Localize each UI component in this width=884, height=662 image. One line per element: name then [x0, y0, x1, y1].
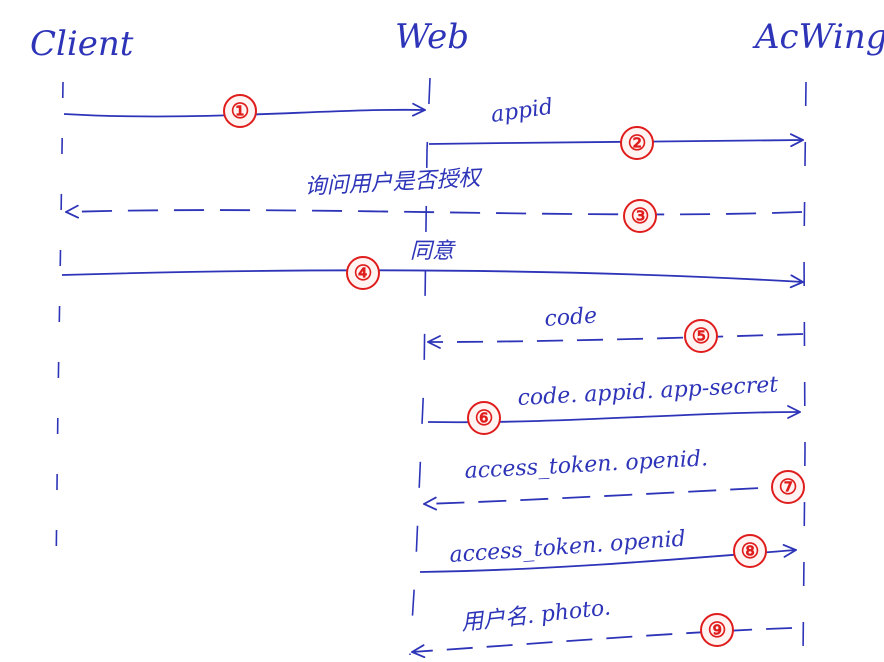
- step-9-label: 用户名. photo.: [460, 595, 612, 636]
- step-9-number: ⑨: [708, 619, 727, 642]
- step-4-badge: ④: [346, 256, 380, 290]
- step-4-number: ④: [354, 262, 373, 285]
- sequence-diagram: Client Web AcWing appid 询问用户是否授权 同意 code…: [30, 17, 884, 662]
- step-1-badge: ①: [223, 94, 257, 128]
- step-1-number: ①: [231, 100, 250, 123]
- acwing-lifeline: [802, 81, 807, 659]
- actor-web: Web: [395, 17, 469, 57]
- step-7-label: access_token. openid.: [464, 446, 709, 484]
- step-6-label: code. appid. app-secret: [517, 372, 779, 411]
- step-9-badge: ⑨: [700, 613, 734, 647]
- step-2-arrow: [428, 140, 803, 144]
- step-2-label: appid: [489, 94, 554, 127]
- step-4-label: 同意: [410, 239, 456, 264]
- step-8-number: ⑧: [741, 540, 760, 563]
- step-3-number: ③: [631, 205, 650, 228]
- step-5-arrow: [428, 333, 804, 342]
- web-lifeline: [409, 77, 431, 656]
- actor-acwing: AcWing: [752, 17, 884, 57]
- actor-client: Client: [30, 24, 134, 64]
- step-8-badge: ⑧: [733, 534, 767, 568]
- step-5-number: ⑤: [692, 325, 711, 348]
- step-4-arrow: [61, 269, 803, 282]
- step-3-arrow: [66, 210, 803, 214]
- step-6-badge: ⑥: [467, 401, 501, 435]
- step-2-badge: ②: [620, 126, 654, 160]
- step-7-number: ⑦: [779, 476, 798, 499]
- step-5-label: code: [544, 303, 598, 332]
- step-5-badge: ⑤: [684, 319, 718, 353]
- step-7-badge: ⑦: [771, 470, 805, 504]
- step-2-number: ②: [628, 132, 647, 155]
- step-7-arrow: [424, 485, 801, 504]
- client-lifeline: [55, 81, 64, 576]
- step-3-label: 询问用户是否授权: [304, 166, 484, 200]
- step-3-badge: ③: [623, 199, 657, 233]
- step-6-number: ⑥: [475, 407, 494, 430]
